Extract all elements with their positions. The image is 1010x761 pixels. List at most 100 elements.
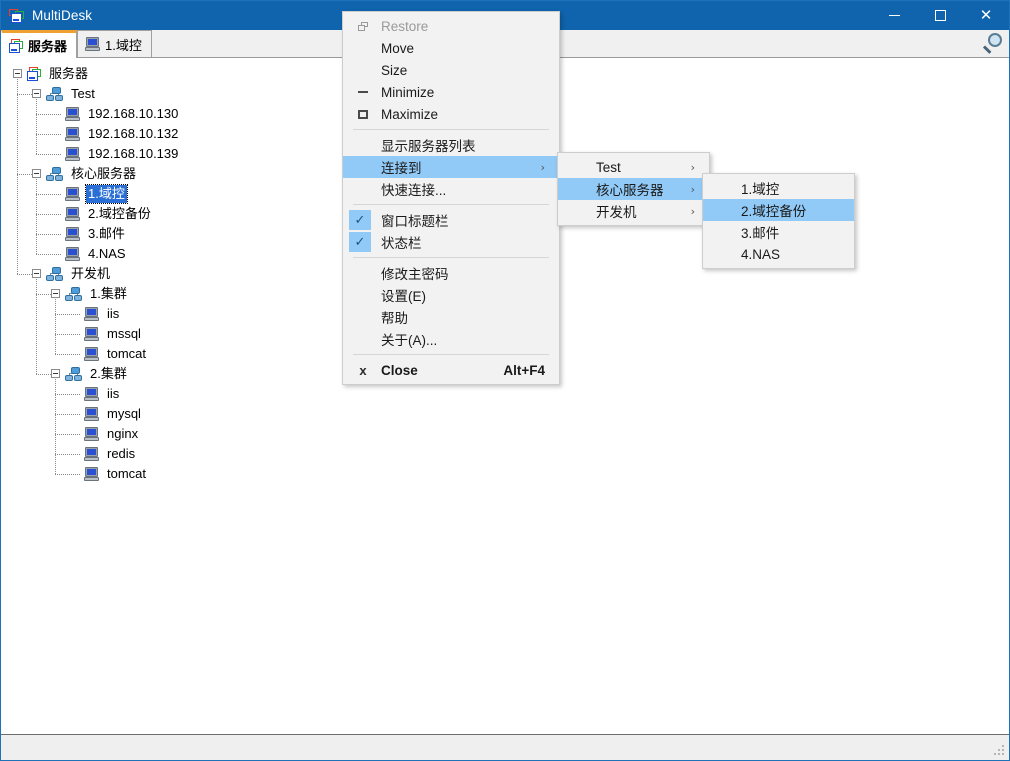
menu-item[interactable]: 3.邮件 <box>703 221 854 243</box>
tree-connector <box>36 374 51 375</box>
magnifier-icon[interactable] <box>981 32 1005 56</box>
tree-node-label: 核心服务器 <box>69 165 138 183</box>
tree-connector <box>36 279 37 374</box>
menu-item: Restore <box>343 15 559 37</box>
computer-icon <box>84 447 100 461</box>
tree-connector <box>36 194 61 195</box>
tab-servers[interactable]: 服务器 <box>1 30 77 58</box>
menu-item[interactable]: Test› <box>558 156 709 178</box>
tree-node[interactable]: tomcat <box>1 464 261 484</box>
tree-node-label: tomcat <box>105 465 148 483</box>
computer-icon <box>65 127 81 141</box>
system-menu[interactable]: RestoreMoveSizeMinimize Maximize 显示服务器列表连接… <box>342 11 560 385</box>
menu-item-label: 3.邮件 <box>741 222 779 242</box>
checkmark-icon: ✓ <box>349 232 371 252</box>
tree-node-label: 服务器 <box>47 65 90 83</box>
tree-connector <box>17 94 32 95</box>
tree-expander-icon[interactable] <box>32 169 41 178</box>
tree-node-label: 2.域控备份 <box>86 205 153 223</box>
server-group-icon <box>65 367 83 382</box>
tree-expander-icon[interactable] <box>51 369 60 378</box>
multidesk-window: MultiDesk ✕ 服务器 1.域控 <box>0 0 1010 761</box>
tree-node[interactable]: 核心服务器 <box>1 164 261 184</box>
menu-item[interactable]: Size <box>343 59 559 81</box>
tree-expander-icon[interactable] <box>32 89 41 98</box>
server-tree[interactable]: 服务器Test192.168.10.130192.168.10.132192.1… <box>1 58 261 484</box>
menu-item-label: 连接到 <box>381 157 422 177</box>
tree-node[interactable]: iis <box>1 384 261 404</box>
tree-connector <box>36 254 61 255</box>
menu-item[interactable]: Maximize <box>343 103 559 125</box>
tree-connector <box>55 434 80 435</box>
tree-node-label: nginx <box>105 425 140 443</box>
tree-node[interactable]: redis <box>1 444 261 464</box>
menu-item[interactable]: ✓窗口标题栏 <box>343 209 559 231</box>
menu-separator <box>353 204 549 205</box>
menu-item[interactable]: 关于(A)... <box>343 328 559 350</box>
tree-node[interactable]: 开发机 <box>1 264 261 284</box>
menu-item-label: Maximize <box>381 107 438 122</box>
core-servers-submenu[interactable]: 1.域控2.域控备份3.邮件4.NAS <box>702 173 855 269</box>
tree-connector <box>36 114 61 115</box>
tree-node[interactable]: mssql <box>1 324 261 344</box>
minimize-button[interactable] <box>871 1 917 30</box>
menu-item[interactable]: Move <box>343 37 559 59</box>
menu-item[interactable]: 显示服务器列表 <box>343 134 559 156</box>
menu-item[interactable]: 快速连接... <box>343 178 559 200</box>
maximize-icon <box>355 103 371 125</box>
tree-expander-icon[interactable] <box>32 269 41 278</box>
computer-icon <box>84 467 100 481</box>
menu-item[interactable]: 连接到› <box>343 156 559 178</box>
menu-item[interactable]: 修改主密码 <box>343 262 559 284</box>
resize-grip-icon[interactable] <box>994 745 1006 757</box>
menu-item[interactable]: 2.域控备份 <box>703 199 854 221</box>
multidesk-icon <box>9 8 25 24</box>
server-group-icon <box>65 287 83 302</box>
tree-expander-icon[interactable] <box>51 289 60 298</box>
maximize-icon <box>935 10 946 21</box>
tree-connector <box>55 394 80 395</box>
tree-node[interactable]: mysql <box>1 404 261 424</box>
menu-item[interactable]: 帮助 <box>343 306 559 328</box>
menu-item-label: 快速连接... <box>381 179 446 199</box>
tree-connector <box>55 454 80 455</box>
menu-item-label: 设置(E) <box>381 285 426 305</box>
connect-to-submenu[interactable]: Test›核心服务器›开发机 › <box>557 152 710 226</box>
computer-icon <box>84 307 100 321</box>
menu-item[interactable]: ✓状态栏 <box>343 231 559 253</box>
computer-icon <box>65 187 81 201</box>
tree-node-label: iis <box>105 305 121 323</box>
tree-node[interactable]: iis <box>1 304 261 324</box>
tree-node[interactable]: Test <box>1 84 261 104</box>
tree-expander-icon[interactable] <box>13 69 22 78</box>
tree-connector <box>36 234 61 235</box>
menu-item[interactable]: xCloseAlt+F4 <box>343 359 559 381</box>
computer-icon <box>84 427 100 441</box>
menu-item[interactable]: Minimize <box>343 81 559 103</box>
menu-item[interactable]: 设置(E) <box>343 284 559 306</box>
tab-session-1[interactable]: 1.域控 <box>77 30 152 57</box>
tree-connector <box>36 99 37 154</box>
tree-node[interactable]: tomcat <box>1 344 261 364</box>
maximize-button[interactable] <box>917 1 963 30</box>
computer-icon <box>84 347 100 361</box>
tree-connector <box>55 299 56 354</box>
close-button[interactable]: ✕ <box>963 1 1009 30</box>
tree-node-label: 2.集群 <box>88 365 129 383</box>
tree-node[interactable]: nginx <box>1 424 261 444</box>
tree-node[interactable]: 服务器 <box>1 64 261 84</box>
menu-item-label: 开发机 <box>596 201 637 221</box>
menu-item[interactable]: 开发机 › <box>558 200 709 222</box>
status-bar <box>1 734 1009 760</box>
menu-item[interactable]: 4.NAS <box>703 243 854 265</box>
close-icon: x <box>355 359 371 381</box>
menu-item[interactable]: 1.域控 <box>703 177 854 199</box>
tree-connector <box>36 154 61 155</box>
tree-connector <box>36 134 61 135</box>
menu-separator <box>353 257 549 258</box>
chevron-right-icon: › <box>665 205 695 218</box>
tree-connector <box>55 414 80 415</box>
menu-item-label: 1.域控 <box>741 178 779 198</box>
menu-item[interactable]: 核心服务器› <box>558 178 709 200</box>
tree-connector <box>55 334 80 335</box>
